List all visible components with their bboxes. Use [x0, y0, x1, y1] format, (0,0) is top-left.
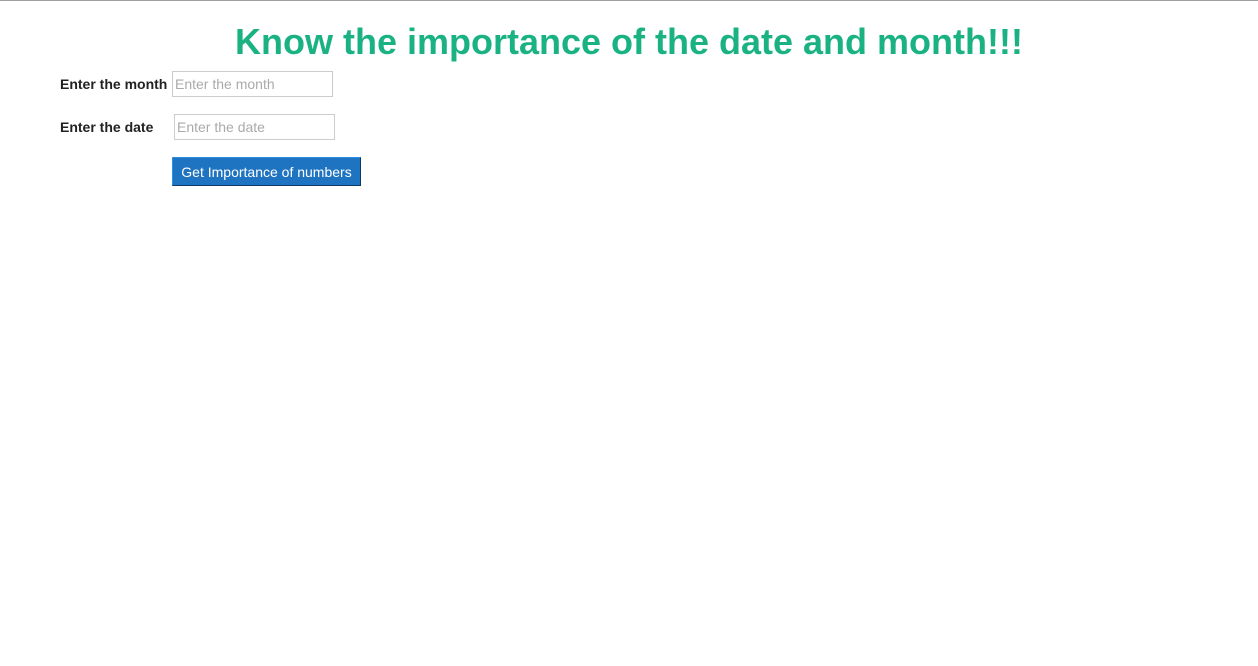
month-label: Enter the month — [60, 76, 168, 92]
get-importance-button[interactable]: Get Importance of numbers — [172, 157, 361, 186]
month-input[interactable] — [172, 71, 333, 97]
page-title: Know the importance of the date and mont… — [235, 21, 1023, 62]
date-label: Enter the date — [60, 119, 154, 135]
date-input[interactable] — [174, 114, 335, 140]
